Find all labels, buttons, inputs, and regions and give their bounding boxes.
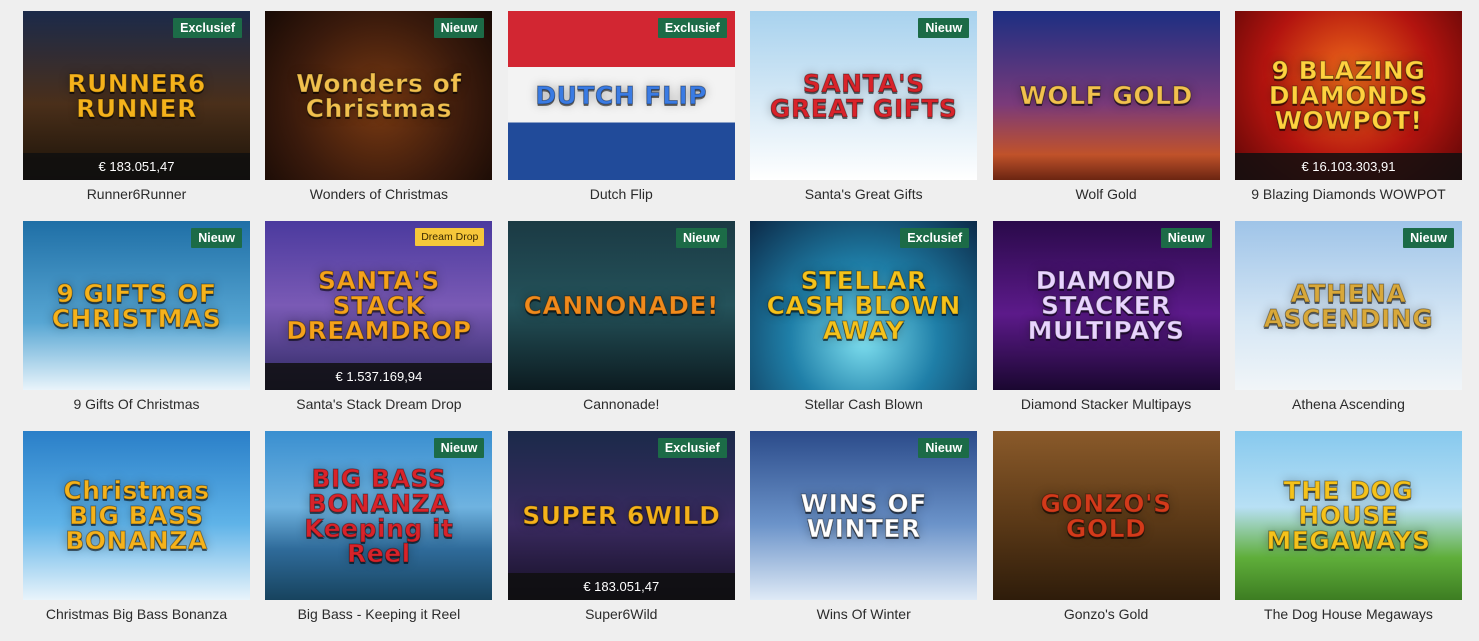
game-thumbnail[interactable]: 9 BLAZING DIAMONDS WOWPOT! € 16.103.303,… <box>1234 11 1462 180</box>
game-grid: RUNNER6 RUNNER Exclusief € 183.051,47 Ru… <box>23 11 1462 641</box>
game-thumbnail[interactable]: DUTCH FLIP Exclusief <box>507 11 735 180</box>
game-badge: Nieuw <box>433 438 485 458</box>
game-logo: SANTA'S GREAT GIFTS <box>769 68 958 123</box>
game-thumbnail[interactable]: GONZO'S GOLD <box>992 431 1220 600</box>
game-logo: Wonders of Christmas <box>296 68 462 123</box>
game-badge: Exclusief <box>657 18 727 38</box>
game-title[interactable]: Cannonade! <box>508 391 735 417</box>
game-logo: RUNNER6 RUNNER <box>67 68 206 123</box>
game-tile-5[interactable]: 9 BLAZING DIAMONDS WOWPOT! € 16.103.303,… <box>1234 11 1462 221</box>
game-badge: Exclusief <box>173 18 242 38</box>
game-badge: Nieuw <box>918 18 970 38</box>
game-badge: Exclusief <box>657 438 727 458</box>
game-badge: Nieuw <box>191 228 242 248</box>
game-tile-4[interactable]: WOLF GOLD Wolf Gold <box>992 11 1220 221</box>
game-logo: THE DOG HOUSE MEGAWAYS <box>1266 476 1431 555</box>
game-thumbnail[interactable]: BIG BASS BONANZA Keeping it Reel Nieuw <box>265 431 493 600</box>
game-thumbnail[interactable]: SANTA'S STACK DREAMDROP Dream Drop € 1.5… <box>265 221 493 390</box>
game-logo: WOLF GOLD <box>1019 81 1193 110</box>
game-title[interactable]: Wolf Gold <box>993 181 1220 207</box>
game-thumbnail[interactable]: STELLAR CASH BLOWN AWAY Exclusief <box>750 221 978 390</box>
game-tile-0[interactable]: RUNNER6 RUNNER Exclusief € 183.051,47 Ru… <box>23 11 250 221</box>
game-tile-9[interactable]: STELLAR CASH BLOWN AWAY Exclusief Stella… <box>750 221 978 431</box>
game-tile-16[interactable]: GONZO'S GOLD Gonzo's Gold <box>992 431 1220 641</box>
game-title[interactable]: 9 Gifts Of Christmas <box>23 391 250 417</box>
game-thumbnail[interactable]: WOLF GOLD <box>992 11 1220 180</box>
game-logo: SUPER 6WILD <box>522 501 721 530</box>
game-thumbnail[interactable]: DIAMOND STACKER MULTIPAYS Nieuw <box>992 221 1220 390</box>
game-title[interactable]: Athena Ascending <box>1235 391 1462 417</box>
game-thumbnail[interactable]: CANNONADE! Nieuw <box>507 221 735 390</box>
game-tile-6[interactable]: 9 GIFTS OF CHRISTMAS Nieuw 9 Gifts Of Ch… <box>23 221 250 431</box>
game-logo: DIAMOND STACKER MULTIPAYS <box>1027 266 1185 345</box>
game-tile-2[interactable]: DUTCH FLIP Exclusief Dutch Flip <box>507 11 735 221</box>
game-logo: Christmas BIG BASS BONANZA <box>63 476 210 555</box>
game-title[interactable]: Gonzo's Gold <box>993 601 1220 627</box>
game-title[interactable]: Super6Wild <box>508 601 735 627</box>
game-tile-15[interactable]: WINS OF WINTER Nieuw Wins Of Winter <box>750 431 978 641</box>
game-tile-1[interactable]: Wonders of Christmas Nieuw Wonders of Ch… <box>265 11 493 221</box>
game-badge: Nieuw <box>918 438 970 458</box>
game-title[interactable]: Santa's Stack Dream Drop <box>265 391 492 417</box>
game-title[interactable]: The Dog House Megaways <box>1235 601 1462 627</box>
jackpot-amount: € 16.103.303,91 <box>1234 153 1462 180</box>
game-thumbnail[interactable]: RUNNER6 RUNNER Exclusief € 183.051,47 <box>23 11 250 180</box>
game-logo: GONZO'S GOLD <box>1040 488 1172 543</box>
game-title[interactable]: Diamond Stacker Multipays <box>993 391 1220 417</box>
game-logo: SANTA'S STACK DREAMDROP <box>286 266 472 345</box>
game-title[interactable]: Dutch Flip <box>508 181 735 207</box>
game-tile-11[interactable]: ATHENA ASCENDING Nieuw Athena Ascending <box>1234 221 1462 431</box>
game-title[interactable]: Wonders of Christmas <box>265 181 492 207</box>
game-thumbnail[interactable]: THE DOG HOUSE MEGAWAYS <box>1234 431 1462 600</box>
game-logo: DUTCH FLIP <box>535 81 708 110</box>
game-logo: WINS OF WINTER <box>800 488 927 543</box>
game-tile-3[interactable]: SANTA'S GREAT GIFTS Nieuw Santa's Great … <box>750 11 978 221</box>
game-thumbnail[interactable]: Christmas BIG BASS BONANZA <box>23 431 250 600</box>
game-thumbnail[interactable]: 9 GIFTS OF CHRISTMAS Nieuw <box>23 221 250 390</box>
game-tile-8[interactable]: CANNONADE! Nieuw Cannonade! <box>507 221 735 431</box>
game-title[interactable]: Christmas Big Bass Bonanza <box>23 601 250 627</box>
game-thumbnail[interactable]: SANTA'S GREAT GIFTS Nieuw <box>750 11 978 180</box>
game-title[interactable]: Santa's Great Gifts <box>750 181 977 207</box>
game-logo: 9 GIFTS OF CHRISTMAS <box>51 278 222 333</box>
jackpot-amount: € 183.051,47 <box>507 573 735 600</box>
game-logo: 9 BLAZING DIAMONDS WOWPOT! <box>1268 56 1429 135</box>
game-thumbnail[interactable]: ATHENA ASCENDING Nieuw <box>1234 221 1462 390</box>
game-badge: Exclusief <box>900 228 970 248</box>
game-badge: Nieuw <box>675 228 727 248</box>
game-tile-7[interactable]: SANTA'S STACK DREAMDROP Dream Drop € 1.5… <box>265 221 493 431</box>
game-badge: Dream Drop <box>415 228 485 246</box>
game-logo: STELLAR CASH BLOWN AWAY <box>766 266 961 345</box>
game-tile-14[interactable]: SUPER 6WILD Exclusief € 183.051,47 Super… <box>507 431 735 641</box>
game-tile-17[interactable]: THE DOG HOUSE MEGAWAYS The Dog House Meg… <box>1234 431 1462 641</box>
game-thumbnail[interactable]: WINS OF WINTER Nieuw <box>750 431 978 600</box>
game-title[interactable]: 9 Blazing Diamonds WOWPOT <box>1235 181 1462 207</box>
jackpot-amount: € 183.051,47 <box>23 153 250 180</box>
game-title[interactable]: Wins Of Winter <box>750 601 977 627</box>
game-tile-10[interactable]: DIAMOND STACKER MULTIPAYS Nieuw Diamond … <box>992 221 1220 431</box>
game-badge: Nieuw <box>433 18 485 38</box>
game-tile-12[interactable]: Christmas BIG BASS BONANZA Christmas Big… <box>23 431 250 641</box>
game-logo: CANNONADE! <box>523 291 719 320</box>
game-badge: Nieuw <box>1403 228 1454 248</box>
game-title[interactable]: Runner6Runner <box>23 181 250 207</box>
game-logo: BIG BASS BONANZA Keeping it Reel <box>304 463 454 568</box>
game-tile-13[interactable]: BIG BASS BONANZA Keeping it Reel Nieuw B… <box>265 431 493 641</box>
jackpot-amount: € 1.537.169,94 <box>265 363 493 390</box>
game-title[interactable]: Stellar Cash Blown <box>750 391 977 417</box>
game-title[interactable]: Big Bass - Keeping it Reel <box>265 601 492 627</box>
game-badge: Nieuw <box>1160 228 1212 248</box>
game-logo: ATHENA ASCENDING <box>1263 278 1434 333</box>
game-thumbnail[interactable]: SUPER 6WILD Exclusief € 183.051,47 <box>507 431 735 600</box>
game-thumbnail[interactable]: Wonders of Christmas Nieuw <box>265 11 493 180</box>
